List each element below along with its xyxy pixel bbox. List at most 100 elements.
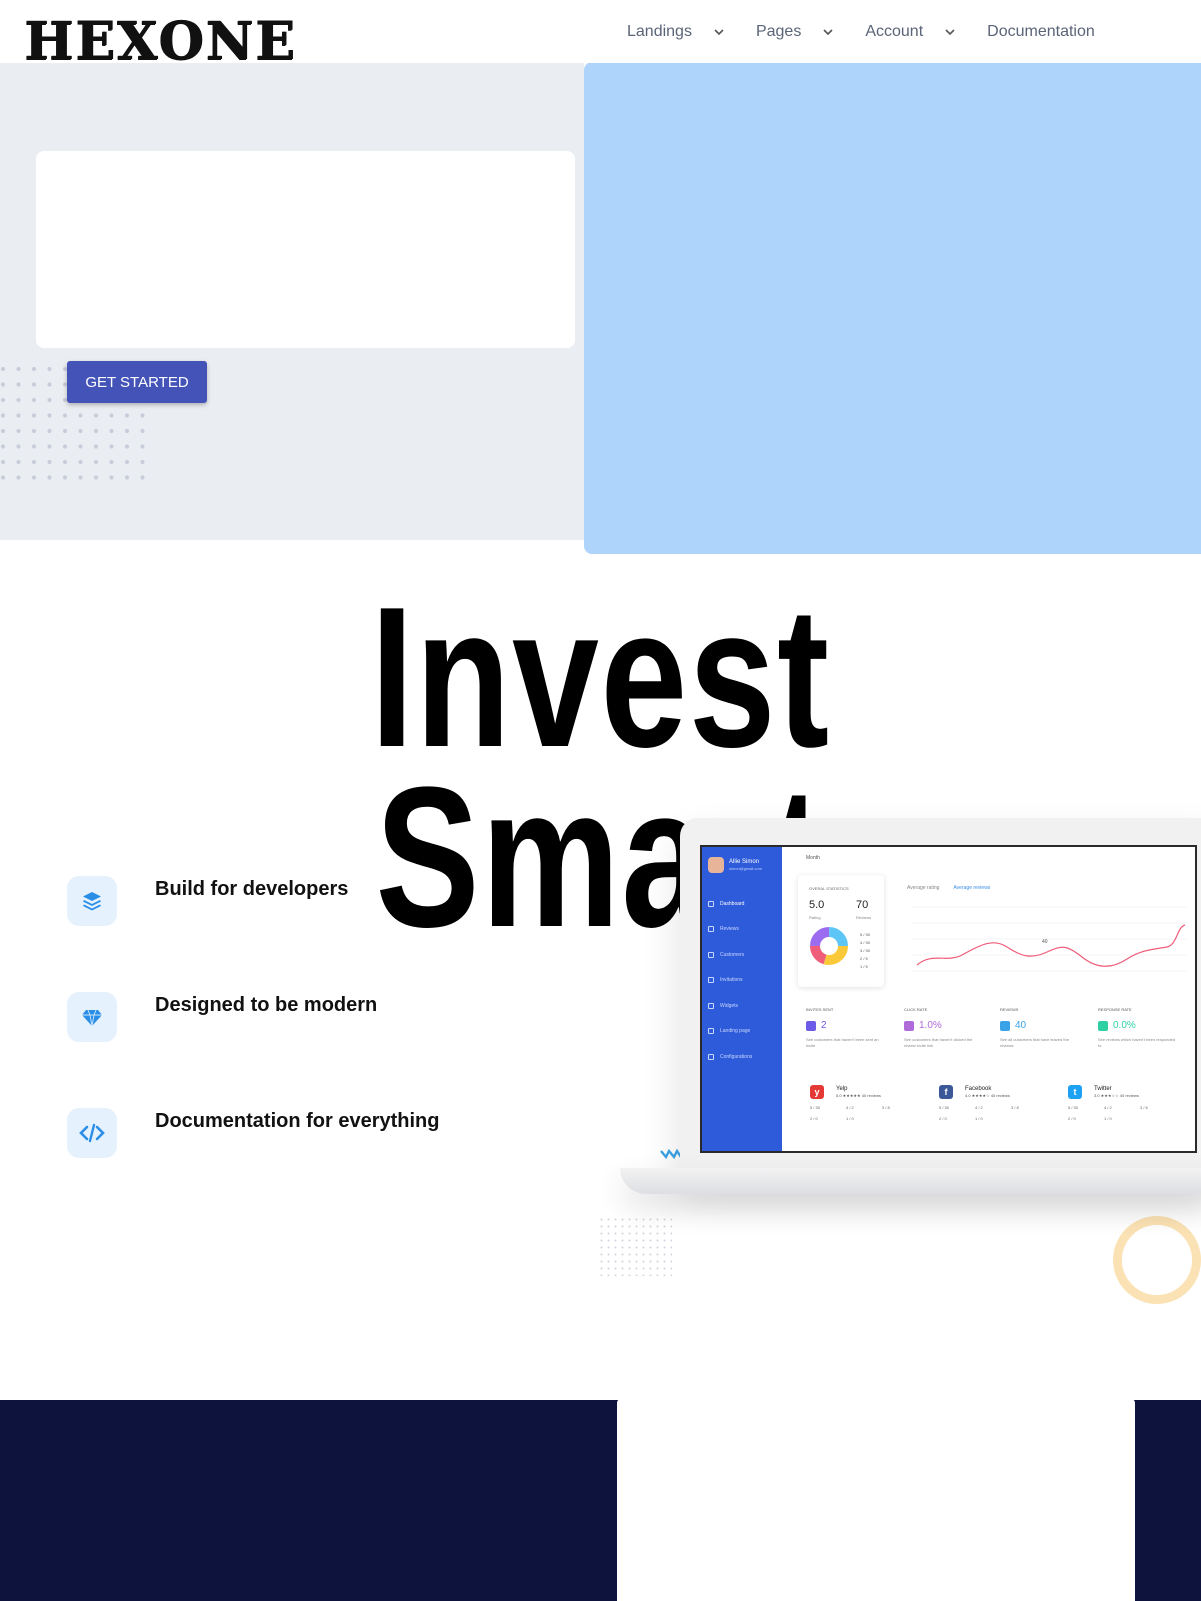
click-icon [904,1020,914,1031]
zigzag-decoration [660,1148,682,1160]
logo[interactable]: HEXONE [24,14,297,70]
menu-item-invitations: Invitations [708,968,752,994]
review-header: t Twitter 3.0 ★★★☆☆ 40 reviews [1068,1085,1178,1099]
kpi-value-row: 2 [806,1020,886,1031]
rating-legend: 5 / 30 4 / 30 3 / 30 2 / 5 1 / 5 [860,931,870,971]
kpi-value: 2 [821,1020,827,1031]
laptop-base [620,1168,1201,1194]
review-platform-yelp: y Yelp 5.0 ★★★★★ 40 reviews 5 / 30 4 / 2 3… [810,1085,920,1121]
reviews-label: Reviews [856,915,872,920]
legend-item: 5 / 30 [860,932,871,937]
legend-item: 4 / 30 [860,940,871,945]
footer-card [617,1399,1135,1601]
main-nav: Landings Pages Account Documentation [627,20,1095,44]
platform-name: Yelp [836,1086,848,1092]
kpi-value: 1.0% [919,1020,942,1031]
get-started-button[interactable]: GET STARTED [67,361,207,403]
mail-icon [708,977,714,984]
kpi-invites-sent: INVITES SENT 2 See customers that haven'… [806,1007,886,1049]
dot-pattern [600,1218,672,1276]
breakdown-value: 5 / 30 [810,1105,821,1110]
facebook-icon: f [939,1085,953,1099]
dashboard-menu: Dashboard Reviews Customers Invitations … [708,891,752,1070]
menu-item-configurations: Configurations [708,1044,752,1070]
avatar [708,857,724,873]
nav-item-documentation[interactable]: Documentation [987,20,1095,44]
platform-name: Facebook [965,1086,992,1092]
nav-label: Landings [627,23,692,40]
donut-chart [810,927,848,965]
hero-card [36,151,575,348]
kpi-reviews: REVIEWS 40 See all customers that have l… [1000,1007,1080,1049]
menu-label: Customers [720,951,745,958]
chart-icon [708,900,714,907]
dashboard-user: Allie Simon simon@gmail.com [708,857,762,873]
kpi-value-row: 1.0% [904,1020,984,1031]
feature-label: Designed to be modern [155,994,378,1016]
menu-label: Reviews [720,926,739,933]
breakdown-value: 5 / 30 [939,1105,950,1110]
diamond-icon [67,992,117,1042]
twitter-icon: t [1068,1085,1082,1099]
legend-item: 1 / 5 [860,964,868,969]
kpi-label: INVITES SENT [806,1007,834,1012]
menu-item-landing-page: Landing page [708,1019,752,1045]
nav-label: Pages [755,23,802,40]
kpi-response-rate: RESPONSE RATE 0.0% See reviews which hav… [1098,1007,1178,1049]
kpi-click-rate: CLICK RATE 1.0% See customers that haven… [904,1007,984,1049]
breakdown-value: 3 / 8 [1011,1105,1019,1110]
list-icon [1000,1020,1010,1031]
dashboard-screenshot: Allie Simon simon@gmail.com Dashboard Re… [700,845,1197,1153]
users-icon [708,951,714,958]
breakdown-value: 4 / 2 [846,1105,854,1110]
nav-item-account[interactable]: Account [865,20,957,44]
menu-label: Configurations [720,1053,753,1060]
rating-value: 5.0 [809,899,825,911]
star-icon [708,926,714,933]
stat-title: OVERAL STATISTICS [809,886,849,891]
layers-icon [67,876,117,926]
breakdown-value: 3 / 6 [1140,1105,1148,1110]
review-breakdown: 2 / 0 1 / 0 [939,1116,1049,1121]
menu-item-dashboard: Dashboard [708,891,752,917]
feature-item: Designed to be modern [67,992,377,1042]
review-platform-facebook: f Facebook 4.0 ★★★★☆ 40 reviews 5 / 30 4 … [939,1085,1049,1121]
chevron-down-icon [945,29,955,36]
legend-item: 2 / 5 [860,956,868,961]
menu-label: Dashboard [720,900,745,907]
review-breakdown: 5 / 30 4 / 2 3 / 6 [1068,1105,1178,1110]
statistics-card: OVERAL STATISTICS 5.0 Rating 70 Reviews … [798,875,884,987]
ring-decoration [1113,1216,1201,1304]
feature-label: Build for developers [155,878,349,900]
kpi-label: REVIEWS [1000,1007,1019,1012]
review-breakdown: 2 / 0 1 / 0 [1068,1116,1178,1121]
review-header: f Facebook 4.0 ★★★★☆ 40 reviews [939,1085,1049,1099]
breakdown-value: 1 / 0 [846,1116,854,1121]
platform-rating: 5.0 ★★★★★ 40 reviews [836,1093,881,1098]
hero-image-panel [584,62,1201,554]
tab-average-reviews: Average reviews [953,885,991,891]
kpi-desc: See all customers that have leaved the r… [1000,1037,1069,1048]
feature-item: Build for developers [67,876,348,926]
kpi-value: 0.0% [1113,1020,1136,1031]
tab-average-rating: Average rating [907,885,940,891]
platform-rating: 3.0 ★★★☆☆ 40 reviews [1094,1093,1139,1098]
menu-label: Widgets [720,1002,739,1009]
menu-item-reviews: Reviews [708,917,752,943]
nav-item-landings[interactable]: Landings [627,20,726,44]
mail-icon [806,1020,816,1031]
nav-label: Account [865,23,924,40]
chart-tabs: Average rating Average reviews [907,885,990,891]
menu-item-customers: Customers [708,942,752,968]
chevron-down-icon [714,29,724,36]
nav-label: Documentation [987,23,1095,40]
menu-label: Landing page [720,1028,751,1035]
review-breakdown: 2 / 0 1 / 0 [810,1116,920,1121]
breakdown-value: 2 / 0 [1068,1116,1076,1121]
breakdown-value: 4 / 2 [975,1105,983,1110]
nav-item-pages[interactable]: Pages [756,20,835,44]
kpi-desc: See customers that haven't been sent an … [806,1037,879,1048]
kpi-value-row: 40 [1000,1020,1080,1031]
kpi-value-row: 0.0% [1098,1020,1178,1031]
review-header: y Yelp 5.0 ★★★★★ 40 reviews [810,1085,920,1099]
